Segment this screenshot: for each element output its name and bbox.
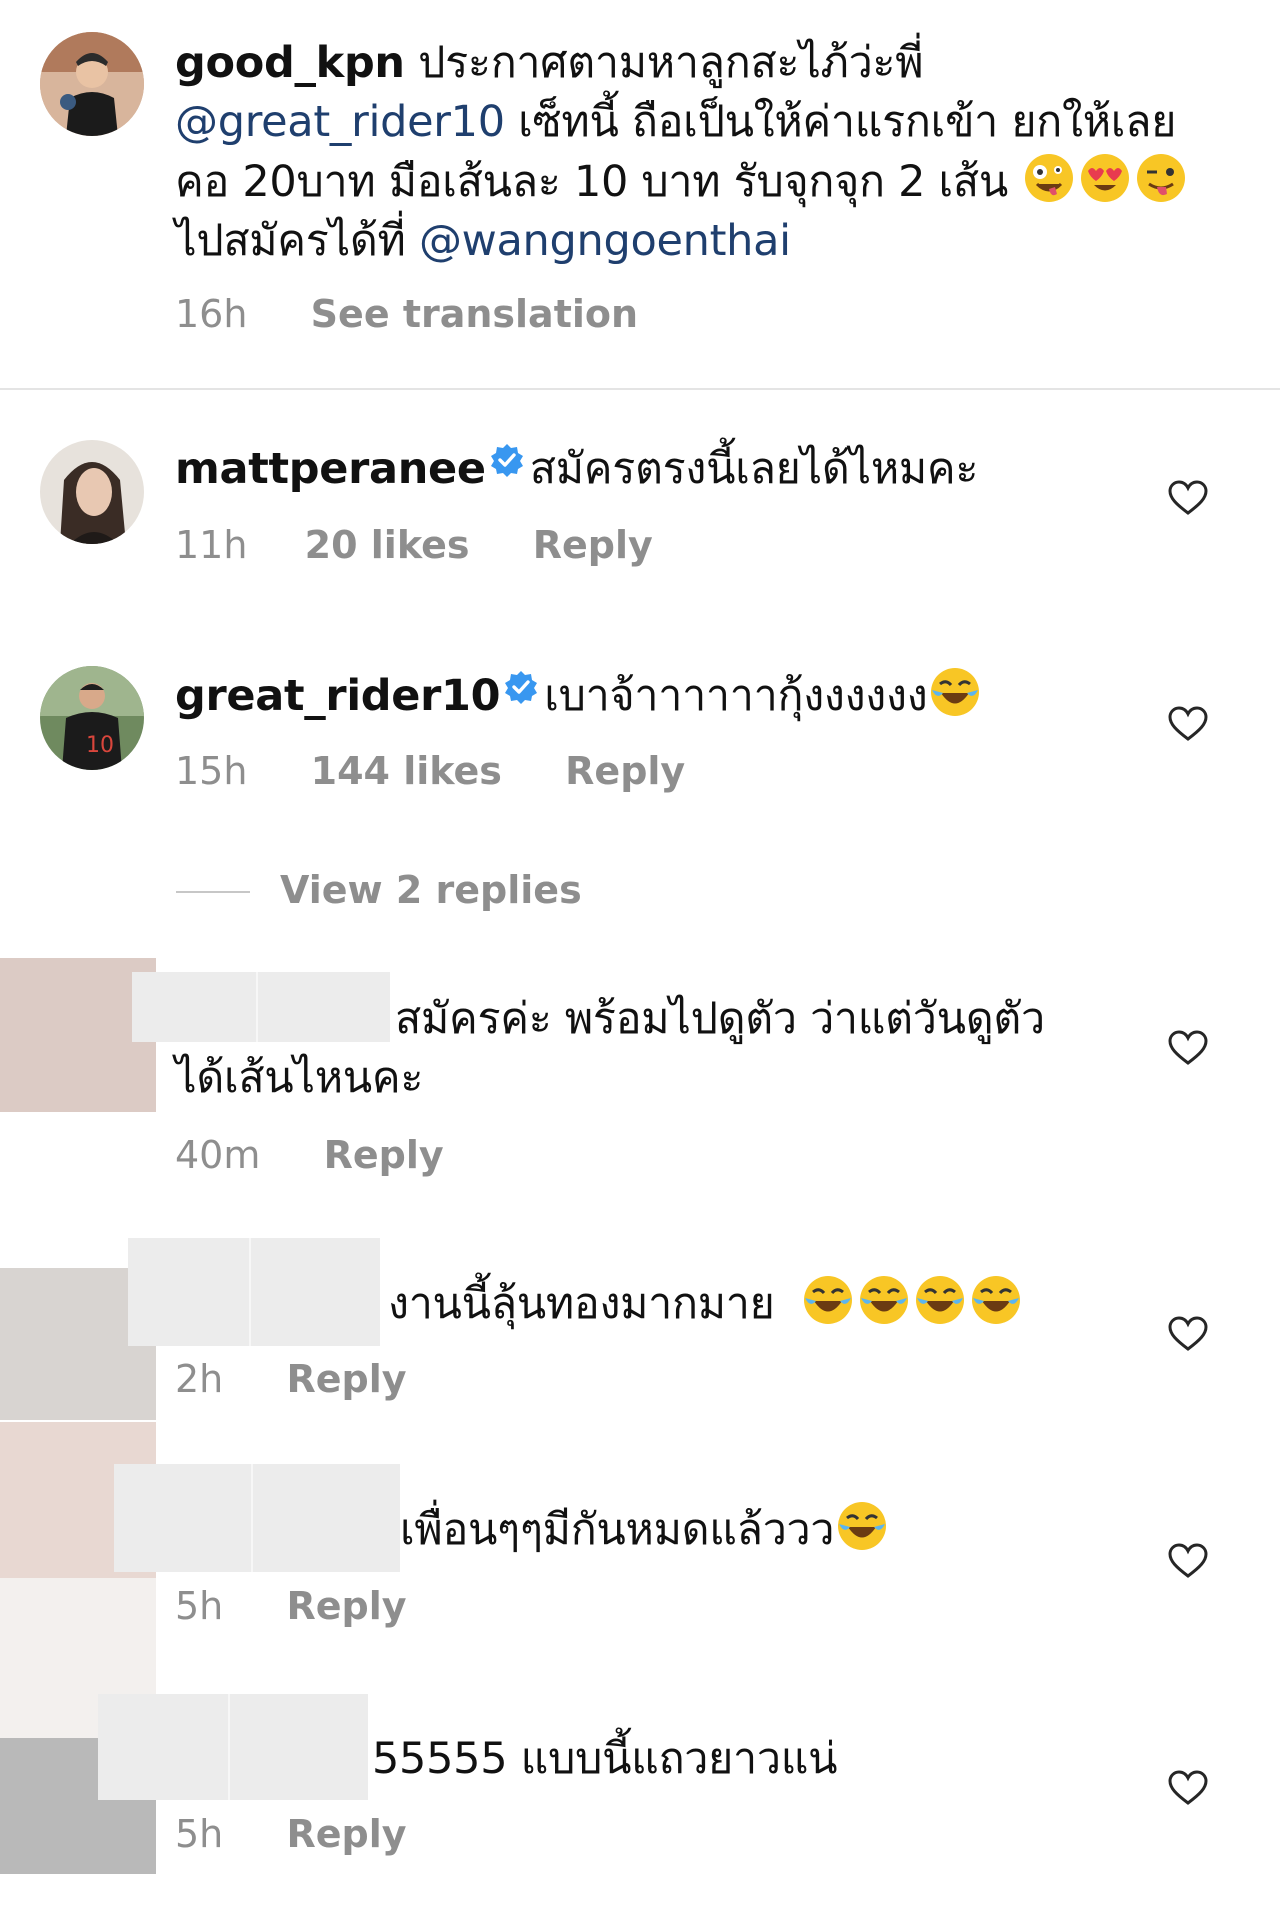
comment-time: 40m (175, 1133, 261, 1177)
caption-meta: 16h See translation (175, 292, 638, 336)
comment-obscured-4: 55555 แบบนี้แถวยาวแน่ (372, 1730, 838, 1789)
comment-username[interactable]: mattperanee (175, 444, 486, 494)
caption-text-4: ไปสมัครได้ที่ (175, 216, 419, 266)
reply-button[interactable]: Reply (287, 1812, 407, 1856)
caption-line-3: คอ 20บาท มือเส้นละ 10 บาท รับจุกจุก 2 เส… (175, 152, 1235, 212)
comment-text: งานนี้ลุ้นทองมากมาย (388, 1279, 775, 1329)
avatar-great-rider10[interactable]: 10 (40, 666, 144, 770)
comment-text: เพื่อนๆๆมีกันหมดแล้ววว (400, 1505, 835, 1555)
comment-text-line-1: สมัครค่ะ พร้อมไปดูตัว ว่าแต่วันดูตัว (395, 994, 1045, 1044)
tears-of-joy-emoji (971, 1276, 1020, 1324)
reply-button[interactable]: Reply (287, 1357, 407, 1401)
like-heart-icon[interactable] (1168, 706, 1208, 742)
avatar-mattperanee[interactable] (40, 440, 144, 544)
caption-line-1: good_kpn ประกาศตามหาลูกสะไภ้ว่ะพี่ (175, 34, 1235, 93)
comment-time: 5h (175, 1812, 224, 1856)
caption-line-2: @great_rider10 เซ็ทนี้ ถือเป็นให้ค่าแรกเ… (175, 93, 1235, 152)
comment-meta: 5h Reply (175, 1812, 407, 1856)
caption-text-1: ประกาศตามหาลูกสะไภ้ว่ะพี่ (404, 38, 924, 88)
comment-obscured-2: งานนี้ลุ้นทองมากมาย (388, 1274, 1024, 1334)
caption-time: 16h (175, 292, 248, 336)
caption-text-3: คอ 20บาท มือเส้นละ 10 บาท รับจุกจุก 2 เส… (175, 157, 1008, 207)
tears-of-joy-emoji (931, 668, 980, 716)
like-heart-icon[interactable] (1168, 1316, 1208, 1352)
verified-badge-icon (490, 444, 523, 477)
comment-obscured-1: สมัครค่ะ พร้อมไปดูตัว ว่าแต่วันดูตัว ได้… (175, 990, 1045, 1108)
comment-meta: 2h Reply (175, 1357, 407, 1401)
reply-button[interactable]: Reply (565, 749, 685, 793)
post-caption: good_kpn ประกาศตามหาลูกสะไภ้ว่ะพี่ @grea… (175, 34, 1235, 271)
comment-text: สมัครตรงนี้เลยได้ไหมคะ (529, 444, 979, 494)
comment-text: 55555 แบบนี้แถวยาวแน่ (372, 1734, 838, 1784)
view-replies-divider-line (176, 891, 250, 893)
username-obscured (98, 1694, 368, 1800)
like-heart-icon[interactable] (1168, 480, 1208, 516)
tears-of-joy-emoji (859, 1276, 908, 1324)
view-replies-button[interactable]: View 2 replies (280, 868, 582, 912)
caption-divider (0, 388, 1280, 390)
avatar-good-kpn[interactable] (40, 32, 144, 136)
tears-of-joy-emoji (915, 1276, 964, 1324)
caption-username[interactable]: good_kpn (175, 38, 405, 88)
svg-text:10: 10 (86, 733, 114, 758)
mention-link-2[interactable]: @wangngoenthai (419, 216, 791, 266)
zany-face-emoji (1025, 154, 1074, 202)
comment-time: 2h (175, 1357, 224, 1401)
comment-meta: 15h 144 likes Reply (175, 749, 685, 793)
comment-username[interactable]: great_rider10 (175, 671, 501, 721)
comment-meta: 40m Reply (175, 1133, 444, 1177)
comment-meta: 5h Reply (175, 1584, 407, 1628)
comment-time: 5h (175, 1584, 224, 1628)
heart-eyes-emoji (1081, 154, 1130, 202)
verified-badge-icon (505, 671, 538, 704)
comment-mattperanee: mattperanee สมัครตรงนี้เลยได้ไหมคะ (175, 440, 978, 499)
winking-tongue-emoji (1137, 154, 1186, 202)
caption-line-4: ไปสมัครได้ที่ @wangngoenthai (175, 212, 1235, 271)
comment-text: เบาจ้าาาาาากุ้งงงงงง (544, 671, 928, 721)
username-obscured (128, 1238, 380, 1346)
comment-great-rider10: great_rider10 เบาจ้าาาาาากุ้งงงงงง (175, 666, 983, 726)
reply-button[interactable]: Reply (287, 1584, 407, 1628)
username-obscured (114, 1464, 400, 1572)
comment-time: 11h (175, 523, 248, 567)
tears-of-joy-emoji (803, 1276, 852, 1324)
mention-link[interactable]: @great_rider10 (175, 97, 505, 147)
likes-count[interactable]: 144 likes (311, 749, 502, 793)
reply-button[interactable]: Reply (533, 523, 653, 567)
like-heart-icon[interactable] (1168, 1030, 1208, 1066)
tears-of-joy-emoji (838, 1502, 887, 1550)
comment-time: 15h (175, 749, 248, 793)
comment-text-line-2: ได้เส้นไหนคะ (175, 1053, 424, 1103)
like-heart-icon[interactable] (1168, 1543, 1208, 1579)
comment-obscured-3: เพื่อนๆๆมีกันหมดแล้ววว (400, 1500, 890, 1560)
likes-count[interactable]: 20 likes (305, 523, 470, 567)
caption-text-2: เซ็ทนี้ ถือเป็นให้ค่าแรกเข้า ยกให้เลย (504, 97, 1177, 147)
reply-button[interactable]: Reply (324, 1133, 444, 1177)
like-heart-icon[interactable] (1168, 1770, 1208, 1806)
see-translation-button[interactable]: See translation (311, 292, 638, 336)
comment-meta: 11h 20 likes Reply (175, 523, 653, 567)
